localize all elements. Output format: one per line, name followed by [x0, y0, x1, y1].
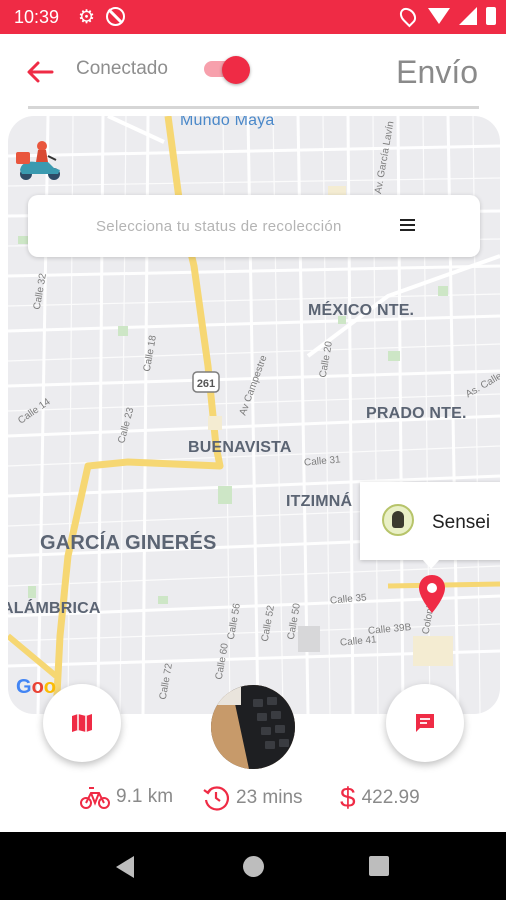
- map-label-garcia-gineres: GARCÍA GINERÉS: [40, 532, 217, 554]
- location-off-icon: [106, 7, 125, 26]
- chat-button[interactable]: [386, 684, 464, 762]
- time-stat: 23 mins: [202, 784, 303, 812]
- status-time: 10:39: [14, 7, 60, 27]
- price-value: 422.99: [361, 787, 420, 808]
- dollar-icon: $: [340, 782, 356, 813]
- keyboard-photo: [211, 685, 295, 769]
- arrow-left-icon[interactable]: [24, 56, 56, 88]
- nav-home-icon[interactable]: [243, 856, 264, 877]
- page-title: Envío: [396, 54, 478, 90]
- wifi-icon: [428, 8, 450, 24]
- header-divider: [28, 106, 479, 109]
- destination-name: Sensei: [432, 512, 491, 533]
- distance-value: 9.1 km: [116, 786, 174, 807]
- delivery-scooter-icon: [16, 141, 60, 180]
- clock-icon: [203, 786, 229, 811]
- app-header: Conectado Envío: [0, 34, 506, 110]
- highway-shield-label: 261: [197, 378, 215, 390]
- map-label-itzimna: ITZIMNÁ: [286, 493, 353, 510]
- trip-stats: 9.1 km 23 mins $ 422.99: [0, 778, 506, 818]
- map-label-mexico-nte: MÉXICO NTE.: [308, 302, 415, 319]
- pickup-status-placeholder: Selecciona tu status de recolección: [96, 218, 342, 235]
- map-pin-icon[interactable]: [418, 574, 446, 614]
- signal-icon: [459, 7, 477, 25]
- bike-icon: [80, 787, 110, 809]
- menu-icon[interactable]: [400, 219, 415, 231]
- chat-icon: [416, 714, 434, 732]
- battery-icon: [486, 7, 496, 25]
- location-icon: [396, 4, 420, 28]
- pickup-status-select[interactable]: Selecciona tu status de recolección: [28, 195, 480, 257]
- map-label-alambrica: ALÁMBRICA: [8, 600, 101, 617]
- map-view[interactable]: 261 Mundo Maya MÉXICO NTE. PRADO NTE. BU…: [8, 116, 500, 714]
- gear-icon: ⚙: [78, 7, 96, 28]
- price-stat: $ 422.99: [340, 784, 420, 812]
- google-logo: Goo: [16, 676, 56, 698]
- courier-photo[interactable]: [211, 685, 295, 769]
- map-label-prado-nte: PRADO NTE.: [366, 405, 467, 422]
- nav-recents-icon[interactable]: [369, 856, 389, 876]
- map-label-buenavista: BUENAVISTA: [188, 439, 292, 456]
- destination-callout[interactable]: Sensei: [360, 482, 500, 569]
- time-value: 23 mins: [236, 787, 303, 808]
- map-icon: [72, 714, 92, 732]
- connection-toggle[interactable]: [204, 56, 250, 84]
- map-button[interactable]: [43, 684, 121, 762]
- connection-label: Conectado: [76, 58, 168, 79]
- map-label-mundo-maya: Mundo Maya: [180, 116, 275, 129]
- distance-stat: 9.1 km: [80, 784, 173, 810]
- toggle-knob: [222, 56, 250, 84]
- system-icons: [396, 4, 496, 28]
- nav-back-icon[interactable]: [116, 856, 134, 878]
- restaurant-avatar: [382, 504, 414, 536]
- status-bar: 10:39 ⚙: [0, 0, 506, 34]
- system-nav-bar: [0, 832, 506, 900]
